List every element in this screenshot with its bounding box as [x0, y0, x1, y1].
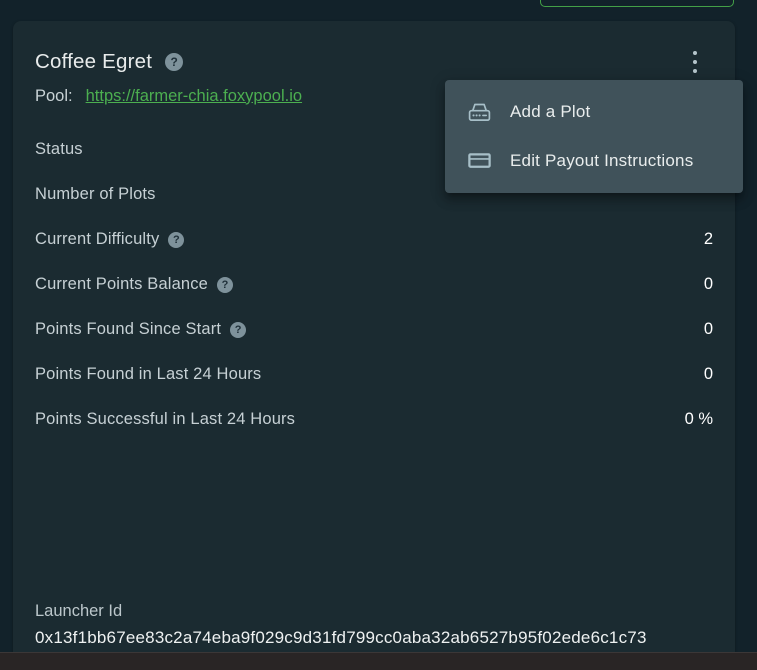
stat-row: Points Found Since Start ? 0 — [35, 307, 713, 352]
stat-label-wrap: Current Difficulty ? — [35, 230, 184, 249]
stat-value: 2 — [704, 230, 713, 249]
stat-label: Points Found Since Start — [35, 320, 221, 339]
stat-value: 0 — [704, 275, 713, 294]
stat-label: Number of Plots — [35, 185, 156, 204]
hard-drive-icon — [466, 99, 493, 126]
help-icon[interactable]: ? — [230, 322, 246, 338]
stat-label-wrap: Points Found Since Start ? — [35, 320, 246, 339]
stat-label-wrap: Current Points Balance ? — [35, 275, 233, 294]
stat-label: Current Difficulty — [35, 230, 159, 249]
more-options-button[interactable] — [683, 49, 707, 75]
kebab-dot — [693, 51, 698, 56]
stat-label: Current Points Balance — [35, 275, 208, 294]
stat-label-wrap: Number of Plots — [35, 185, 156, 204]
payment-card-icon — [466, 147, 493, 174]
page-background: Coffee Egret ? Pool: https://farmer-chia… — [0, 0, 757, 670]
top-button-partial[interactable] — [540, 0, 734, 7]
stat-row: Current Points Balance ? 0 — [35, 262, 713, 307]
stat-row: Current Difficulty ? 2 — [35, 217, 713, 262]
stat-row: Points Found in Last 24 Hours 0 — [35, 352, 713, 397]
stat-label-wrap: Points Successful in Last 24 Hours — [35, 410, 295, 429]
menu-item-add-plot[interactable]: Add a Plot — [445, 88, 743, 137]
stat-row: Points Successful in Last 24 Hours 0 % — [35, 397, 713, 442]
bottom-window-edge — [0, 652, 757, 670]
help-glyph: ? — [170, 55, 177, 69]
help-icon[interactable]: ? — [168, 232, 184, 248]
help-icon[interactable]: ? — [217, 277, 233, 293]
menu-item-edit-payout[interactable]: Edit Payout Instructions — [445, 137, 743, 186]
stat-value: 0 % — [685, 410, 713, 429]
help-icon[interactable]: ? — [165, 53, 183, 71]
help-glyph: ? — [173, 234, 180, 246]
context-menu: Add a Plot Edit Payout Instructions — [445, 80, 743, 193]
stat-label-wrap: Status — [35, 140, 83, 159]
help-glyph: ? — [235, 324, 242, 336]
card-header: Coffee Egret ? — [35, 48, 713, 76]
pool-link[interactable]: https://farmer-chia.foxypool.io — [86, 87, 302, 106]
stat-value: 0 — [704, 365, 713, 384]
page-title: Coffee Egret — [35, 50, 152, 74]
pool-label: Pool: — [35, 87, 73, 106]
menu-item-label: Add a Plot — [510, 102, 590, 122]
stat-value: 0 — [704, 320, 713, 339]
kebab-dot — [693, 69, 698, 74]
stat-label: Points Found in Last 24 Hours — [35, 365, 261, 384]
stat-label: Points Successful in Last 24 Hours — [35, 410, 295, 429]
help-glyph: ? — [222, 279, 229, 291]
stat-label-wrap: Points Found in Last 24 Hours — [35, 365, 261, 384]
menu-item-label: Edit Payout Instructions — [510, 151, 693, 171]
launcher-section: Launcher Id 0x13f1bb67ee83c2a74eba9f029c… — [35, 599, 713, 648]
stat-label: Status — [35, 140, 83, 159]
launcher-id-label: Launcher Id — [35, 599, 713, 623]
kebab-dot — [693, 60, 698, 65]
launcher-id-value: 0x13f1bb67ee83c2a74eba9f029c9d31fd799cc0… — [35, 628, 713, 648]
